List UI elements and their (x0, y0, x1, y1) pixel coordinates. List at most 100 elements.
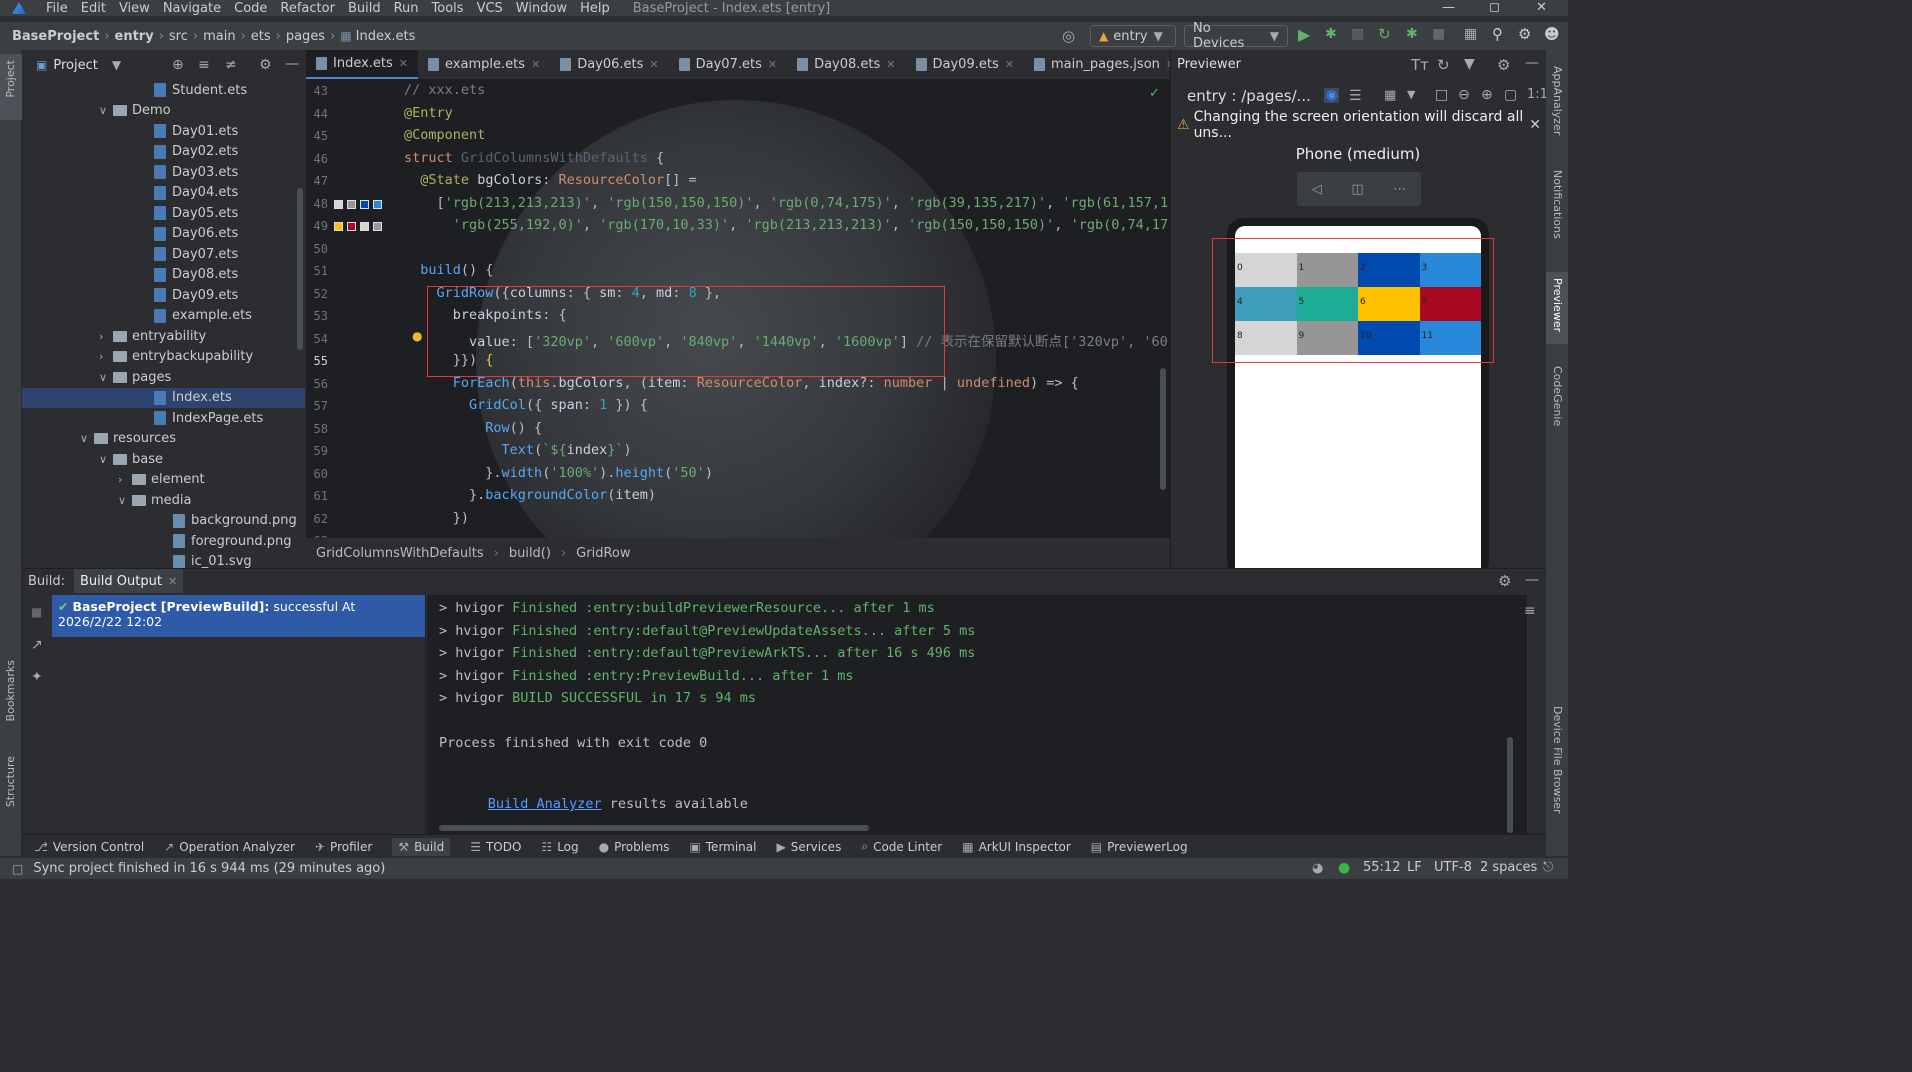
color-swatch-icon[interactable] (373, 222, 382, 231)
more-icon[interactable]: ⋯ (1393, 182, 1406, 197)
editor-tab[interactable]: Index.ets ✕ (306, 50, 419, 79)
menu-file[interactable]: File (46, 1, 68, 16)
tool-window-button[interactable]: ▶ Services (776, 840, 841, 854)
close-tab-icon[interactable]: ✕ (399, 57, 408, 70)
hide-panel-icon[interactable]: — (285, 56, 299, 72)
console-hscrollbar[interactable] (439, 825, 869, 831)
breadcrumb-entry[interactable]: entry (115, 29, 154, 44)
pin-icon[interactable]: ▼ (1464, 56, 1475, 72)
breadcrumb-file[interactable]: Index.ets (356, 29, 416, 44)
tree-item[interactable]: foreground.png (22, 531, 305, 552)
rotate-icon[interactable]: ◫ (1351, 182, 1363, 197)
breadcrumb-ets[interactable]: ets (251, 29, 271, 44)
tree-item[interactable]: › entryability (22, 326, 305, 347)
gear-icon[interactable]: ⚙ (1497, 56, 1510, 74)
tree-item[interactable]: Index.ets (22, 387, 305, 408)
status-message[interactable]: Sync project finished in 16 s 944 ms (29… (33, 861, 385, 876)
module-selector[interactable]: ▲ entry ▼ (1090, 25, 1176, 47)
breadcrumb-main[interactable]: main (203, 29, 235, 44)
chevron-down-icon[interactable]: ∨ (80, 432, 94, 445)
pin-tab-icon[interactable]: ✦ (31, 669, 43, 685)
tool-window-button[interactable]: ☰ TODO (470, 840, 521, 854)
bookmarks-tool-tab[interactable]: Bookmarks (4, 660, 17, 721)
account-icon[interactable]: ☻ (1544, 25, 1560, 43)
vcs-icon[interactable]: ◕ (1312, 861, 1323, 876)
tree-item[interactable]: Day04.ets (22, 183, 305, 204)
soft-wrap-icon[interactable]: ≡ (1524, 603, 1536, 619)
hide-panel-icon[interactable]: — (1525, 572, 1539, 588)
tree-item[interactable]: ∨ pages (22, 367, 305, 388)
menu-navigate[interactable]: Navigate (163, 1, 221, 16)
build-analyzer-link[interactable]: Build Analyzer (488, 796, 602, 812)
color-swatch-icon[interactable] (347, 199, 356, 209)
chevron-down-icon[interactable]: ∨ (99, 371, 113, 384)
project-tool-tab[interactable]: Project (4, 60, 17, 98)
inspector-icon[interactable]: ◉ (1324, 88, 1340, 103)
maximize-icon[interactable]: ◻ (1489, 0, 1500, 15)
menu-view[interactable]: View (119, 1, 150, 16)
tree-item[interactable]: Day09.ets (22, 285, 305, 306)
code-area[interactable]: // xxx.ets @Entry @Component struct Grid… (404, 80, 1170, 538)
app-analyzer-tab[interactable]: AppAnalyzer (1551, 66, 1564, 135)
tree-item[interactable]: › element (22, 470, 305, 491)
tool-window-button[interactable]: ↗ Operation Analyzer (164, 840, 295, 854)
editor-tab[interactable]: Day06.ets ✕ (550, 50, 668, 79)
menu-edit[interactable]: Edit (81, 1, 106, 16)
gear-icon[interactable]: ⚙ (1498, 572, 1511, 590)
run-icon[interactable]: ▶ (1298, 25, 1310, 44)
color-swatch-icon[interactable] (334, 222, 343, 231)
tree-item[interactable]: Day02.ets (22, 142, 305, 163)
tree-item[interactable]: Day05.ets (22, 203, 305, 224)
color-swatch-icon[interactable] (347, 222, 356, 231)
status-ok-icon[interactable]: ● (1338, 860, 1350, 876)
tree-item[interactable]: Day07.ets (22, 244, 305, 265)
stop-icon[interactable]: ■ (1432, 26, 1445, 42)
color-swatch-icon[interactable] (360, 199, 369, 209)
chevron-down-icon[interactable]: ∨ (99, 104, 113, 117)
attach-debugger-icon[interactable]: ▩ (1351, 26, 1364, 42)
tree-item[interactable]: background.png (22, 511, 305, 532)
chevron-right-icon[interactable]: › (99, 350, 113, 363)
cursor-position[interactable]: 55:12 (1363, 860, 1400, 875)
actual-size-icon[interactable]: 1:1 (1527, 87, 1548, 102)
menu-window[interactable]: Window (516, 1, 567, 16)
zoom-in-icon[interactable]: ⊕ (1481, 87, 1493, 103)
tree-item[interactable]: ∨ Demo (22, 101, 305, 122)
menu-tools[interactable]: Tools (432, 1, 464, 16)
previewer-tab[interactable]: Previewer (1551, 278, 1564, 332)
editor-scrollbar[interactable] (1160, 368, 1166, 490)
tool-window-button[interactable]: ▣ Terminal (689, 840, 756, 854)
breadcrumb-build[interactable]: build() (509, 546, 551, 561)
structure-tool-tab[interactable]: Structure (4, 756, 17, 807)
tree-item[interactable]: Day01.ets (22, 121, 305, 142)
inspection-ok-icon[interactable]: ✓ (1149, 86, 1160, 101)
console-vscrollbar[interactable] (1507, 737, 1513, 833)
menu-refactor[interactable]: Refactor (280, 1, 335, 16)
tree-item[interactable]: ic_01.svg (22, 552, 305, 568)
tree-item[interactable]: ∨ base (22, 449, 305, 470)
breadcrumb-gridrow[interactable]: GridRow (576, 546, 630, 561)
chevron-right-icon[interactable]: › (99, 330, 113, 343)
fit-screen-icon[interactable]: □ (1435, 87, 1448, 103)
tool-window-button[interactable]: ⚒ Build (392, 837, 451, 856)
chevron-right-icon[interactable]: › (118, 473, 132, 486)
chevron-down-icon[interactable]: ▼ (1407, 88, 1415, 101)
target-icon[interactable]: ◎ (1062, 27, 1075, 45)
close-tab-icon[interactable]: ✕ (531, 58, 540, 71)
collapse-all-icon[interactable]: ≠ (225, 57, 237, 73)
font-size-icon[interactable]: Tт (1411, 56, 1429, 74)
layout-toggle-icon[interactable]: □ (12, 862, 23, 876)
tool-window-button[interactable]: ▤ PreviewerLog (1091, 840, 1188, 854)
editor-tab[interactable]: main_pages.json✕ (1024, 50, 1170, 79)
tree-item[interactable]: ∨ media (22, 490, 305, 511)
layers-icon[interactable]: ☰ (1349, 88, 1362, 104)
editor-tab[interactable]: Day09.ets ✕ (906, 50, 1024, 79)
zoom-out-icon[interactable]: ⊖ (1458, 87, 1470, 103)
fullscreen-icon[interactable]: ▢ (1504, 87, 1517, 103)
indent-setting[interactable]: 2 spaces (1480, 860, 1537, 875)
close-tab-icon[interactable]: ✕ (168, 575, 177, 588)
minimize-icon[interactable]: — (1442, 0, 1455, 15)
menu-help[interactable]: Help (580, 1, 610, 16)
codegenie-tab[interactable]: CodeGenie (1551, 366, 1564, 426)
close-tab-icon[interactable]: ✕ (1005, 58, 1014, 71)
